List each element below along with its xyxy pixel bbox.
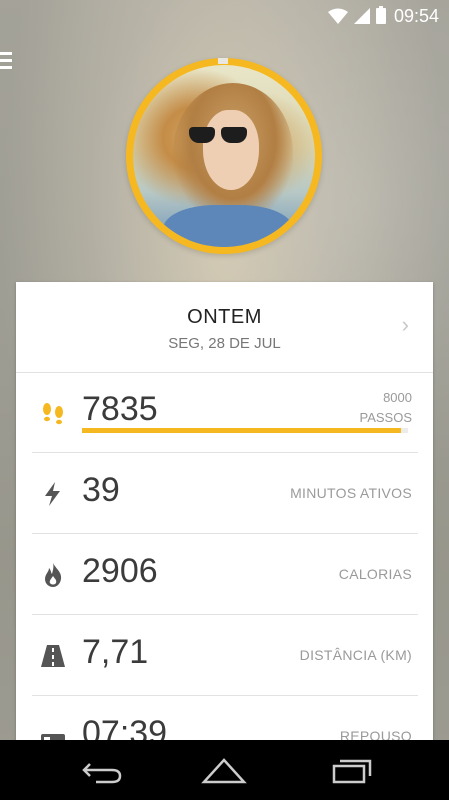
- home-icon[interactable]: [200, 754, 248, 786]
- wifi-icon: [327, 8, 348, 24]
- calories-label: CALORIAS: [338, 566, 412, 582]
- steps-progress-bar: [82, 428, 408, 433]
- status-bar: 09:54: [0, 0, 449, 32]
- daily-summary-card: ONTEM SEG, 28 DE JUL › 7835 8000 PASSOS …: [16, 282, 433, 777]
- back-icon[interactable]: [76, 754, 124, 786]
- status-time: 09:54: [393, 5, 439, 26]
- avatar-progress-ring: [126, 58, 322, 254]
- steps-progress-fill: [82, 428, 402, 433]
- steps-goal: 8000 PASSOS: [359, 388, 412, 428]
- lightning-icon: [45, 482, 60, 506]
- day-date: SEG, 28 DE JUL: [168, 335, 281, 352]
- distance-value: 7,71: [82, 633, 149, 671]
- flame-icon: [45, 563, 62, 587]
- battery-icon: [375, 6, 386, 24]
- steps-goal-label: PASSOS: [359, 410, 412, 425]
- footsteps-icon: [43, 403, 63, 425]
- avatar[interactable]: [133, 65, 315, 247]
- chevron-right-icon[interactable]: ›: [402, 312, 409, 338]
- system-navigation-bar: [0, 740, 449, 800]
- steps-goal-value: 8000: [383, 390, 412, 405]
- metric-row-active-minutes[interactable]: 39 MINUTOS ATIVOS: [32, 453, 418, 534]
- recents-icon[interactable]: [328, 754, 376, 786]
- day-title: ONTEM: [187, 306, 262, 328]
- card-header[interactable]: ONTEM SEG, 28 DE JUL ›: [16, 282, 433, 373]
- road-icon: [41, 645, 65, 667]
- hamburger-icon[interactable]: [0, 52, 14, 72]
- metric-row-calories[interactable]: 2906 CALORIAS: [32, 534, 418, 615]
- signal-icon: [353, 8, 370, 24]
- active-minutes-label: MINUTOS ATIVOS: [290, 485, 412, 501]
- steps-value: 7835: [82, 390, 158, 428]
- distance-label: DISTÂNCIA (KM): [299, 647, 412, 663]
- metric-row-steps[interactable]: 7835 8000 PASSOS: [32, 372, 418, 453]
- calories-value: 2906: [82, 552, 158, 590]
- active-minutes-value: 39: [82, 471, 120, 509]
- metric-row-distance[interactable]: 7,71 DISTÂNCIA (KM): [32, 615, 418, 696]
